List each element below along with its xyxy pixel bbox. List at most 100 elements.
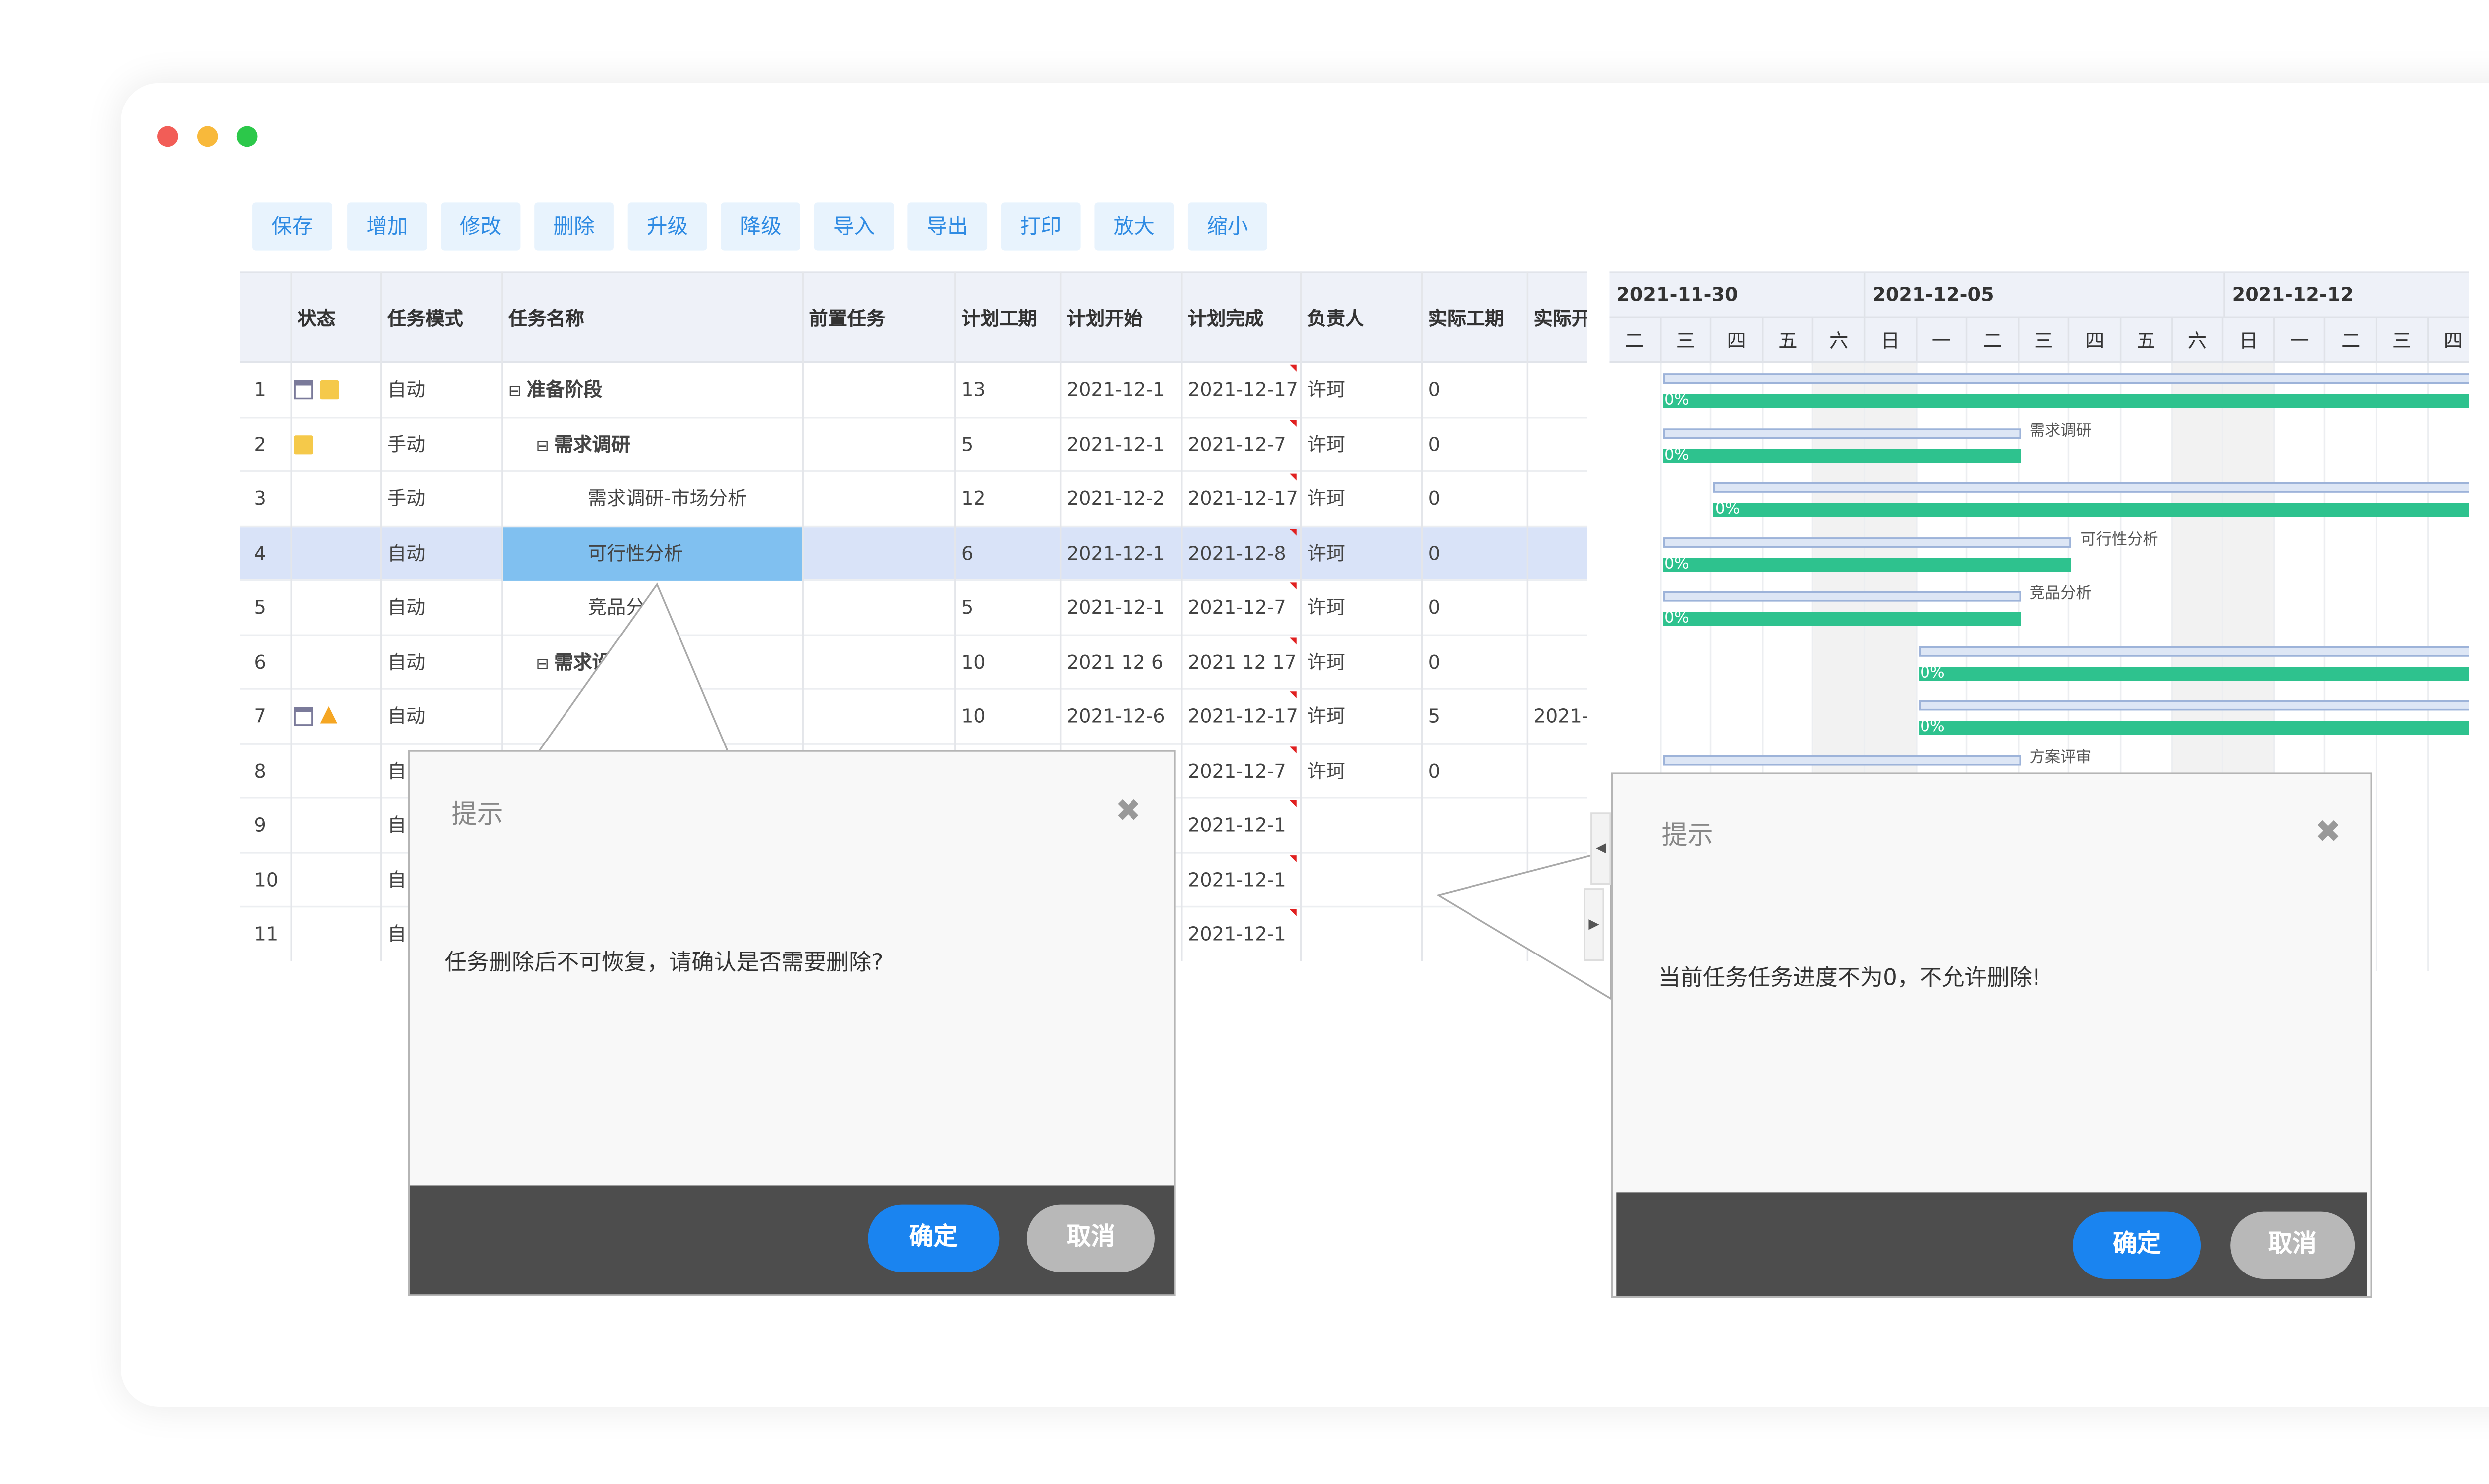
table-row[interactable]: 2 手动 ⊟ 需求调研 5 2021-12-1 2021-12-7 许珂 0 <box>240 418 1587 472</box>
cell-mode: 自动 <box>387 705 426 728</box>
gantt-progress-bar[interactable] <box>1662 448 2021 463</box>
cell-duration: 5 <box>961 596 974 619</box>
gantt-day: 日 <box>2224 318 2275 365</box>
delete-button[interactable]: 删除 <box>534 202 614 251</box>
gantt-progress-label: 0% <box>1920 664 1945 682</box>
zoom-in-button[interactable]: 放大 <box>1094 202 1174 251</box>
cell-mode: 手动 <box>387 432 426 456</box>
grid-column-divider <box>290 271 292 961</box>
col-mode[interactable]: 任务模式 <box>380 273 501 365</box>
gantt-day: 四 <box>1712 318 1763 365</box>
col-actual-start[interactable]: 实际开 <box>1527 273 1587 365</box>
add-button[interactable]: 增加 <box>347 202 427 251</box>
cell-status <box>294 635 377 689</box>
ok-button[interactable]: 确定 <box>868 1204 1000 1272</box>
gantt-progress-bar[interactable] <box>1662 394 2469 408</box>
close-icon[interactable]: ✖ <box>1115 793 1141 830</box>
gantt-day: 五 <box>2121 318 2173 365</box>
table-row[interactable]: 7▲自动需求方案设计102021-12-62021-12-17许珂52021- <box>240 690 1587 744</box>
calendar-icon <box>294 380 313 400</box>
window-close-button[interactable] <box>157 126 178 147</box>
grid-column-divider <box>1300 271 1302 961</box>
gantt-day: 日 <box>1865 318 1917 365</box>
export-button[interactable]: 导出 <box>907 202 988 251</box>
gantt-progress-bar[interactable] <box>1662 557 2072 571</box>
collapse-toggle-icon[interactable]: ⊟ <box>508 384 521 401</box>
cell-start: 2021-12-2 <box>1066 487 1165 510</box>
window-zoom-button[interactable] <box>236 126 258 147</box>
gantt-plan-bar[interactable] <box>1662 754 2021 765</box>
gantt-progress-bar[interactable] <box>1918 666 2469 680</box>
table-row[interactable]: 1 自动 ⊟ 准备阶段 13 2021-12-1 2021-12-17 许珂 0 <box>240 363 1587 418</box>
col-finish[interactable]: 计划完成 <box>1181 273 1300 365</box>
window-minimize-button[interactable] <box>197 126 218 147</box>
cell-row-number: 7 <box>254 705 266 728</box>
cell-name[interactable]: 可行性分析 <box>501 526 802 580</box>
close-icon[interactable]: ✖ <box>2315 814 2341 850</box>
cell-owner <box>1300 907 1421 961</box>
ok-button[interactable]: 确定 <box>2073 1211 2201 1279</box>
gantt-progress-bar[interactable] <box>1918 721 2469 735</box>
grid-column-divider <box>1421 271 1423 961</box>
gantt-header: 2021-11-30 2021-12-05 2021-12-12 二三四五六日一… <box>1609 271 2469 365</box>
gantt-plan-bar[interactable] <box>1918 645 2469 656</box>
warning-icon: ▲ <box>320 702 338 728</box>
note-icon <box>320 380 339 400</box>
cell-finish: 2021-12-1 <box>1187 814 1286 837</box>
gantt-plan-bar[interactable] <box>1713 482 2469 493</box>
gantt-day: 三 <box>2377 318 2429 365</box>
collapse-toggle-icon[interactable]: ⊟ <box>536 438 549 455</box>
dialog-title: 提示 <box>451 798 503 830</box>
cell-predecessor <box>802 363 954 417</box>
cell-status: ▲ <box>294 690 377 743</box>
col-predecessor[interactable]: 前置任务 <box>802 273 954 365</box>
cell-name[interactable]: ⊟ 准备阶段 <box>501 363 802 417</box>
upgrade-button[interactable]: 升级 <box>627 202 707 251</box>
change-flag-icon <box>1289 745 1297 753</box>
gantt-progress-label: 0% <box>1664 610 1689 628</box>
cell-row-number: 9 <box>254 814 266 837</box>
cell-name[interactable]: ⊟ 需求调研 <box>501 418 802 471</box>
gantt-plan-bar[interactable] <box>1662 536 2072 547</box>
save-button[interactable]: 保存 <box>252 202 332 251</box>
edit-button[interactable]: 修改 <box>441 202 521 251</box>
expand-panel-handle[interactable]: ▶ <box>1584 888 1604 961</box>
col-actual-duration[interactable]: 实际工期 <box>1421 273 1527 365</box>
col-start[interactable]: 计划开始 <box>1060 273 1181 365</box>
change-flag-icon <box>1289 419 1297 426</box>
dialog-left-pointer <box>534 582 731 756</box>
cell-status <box>294 472 377 526</box>
gantt-progress-bar[interactable] <box>1662 612 2021 626</box>
gantt-plan-bar[interactable] <box>1662 373 2469 384</box>
col-name[interactable]: 任务名称 <box>501 273 802 365</box>
col-duration[interactable]: 计划工期 <box>954 273 1060 365</box>
cell-status <box>294 744 377 798</box>
col-status[interactable]: 状态 <box>290 273 380 365</box>
import-button[interactable]: 导入 <box>814 202 894 251</box>
cancel-button[interactable]: 取消 <box>1026 1204 1155 1272</box>
gantt-progress-bar[interactable] <box>1713 503 2469 517</box>
print-button[interactable]: 打印 <box>1001 202 1081 251</box>
cell-row-number: 3 <box>254 487 266 510</box>
cancel-button[interactable]: 取消 <box>2230 1211 2355 1279</box>
grid-column-divider <box>1181 271 1183 961</box>
collapse-panel-handle[interactable]: ◀ <box>1590 812 1611 885</box>
table-row[interactable]: 6 自动 ⊟ 需求设计 10 2021 12 6 2021 12 17 许珂 0 <box>240 635 1587 690</box>
gantt-day: 二 <box>1968 318 2019 365</box>
cell-predecessor <box>802 527 954 580</box>
zoom-out-button[interactable]: 缩小 <box>1187 202 1267 251</box>
gantt-plan-bar[interactable] <box>1662 427 2021 438</box>
table-row[interactable]: 3 手动 需求调研-市场分析 12 2021-12-2 2021-12-17 许珂 0 <box>240 472 1587 527</box>
downgrade-button[interactable]: 降级 <box>721 202 800 251</box>
gantt-plan-bar[interactable] <box>1918 700 2469 711</box>
delete-denied-dialog: 提示 ✖ 当前任务任务进度不为0，不允许删除! 确定 取消 <box>1611 772 2372 1298</box>
change-flag-icon <box>1289 636 1297 644</box>
cell-actual-start <box>1527 799 1587 852</box>
gantt-progress-label: 0% <box>1715 501 1740 519</box>
gantt-plan-bar[interactable] <box>1662 591 2021 602</box>
col-owner[interactable]: 负责人 <box>1300 273 1421 365</box>
table-row[interactable]: 5 自动 竞品分析 5 2021-12-1 2021-12-7 许珂 0 <box>240 581 1587 636</box>
cell-name[interactable]: 需求调研-市场分析 <box>501 472 802 526</box>
change-flag-icon <box>1289 800 1297 807</box>
table-row[interactable]: 4 自动 可行性分析 6 2021-12-1 2021-12-8 许珂 0 <box>240 526 1587 581</box>
